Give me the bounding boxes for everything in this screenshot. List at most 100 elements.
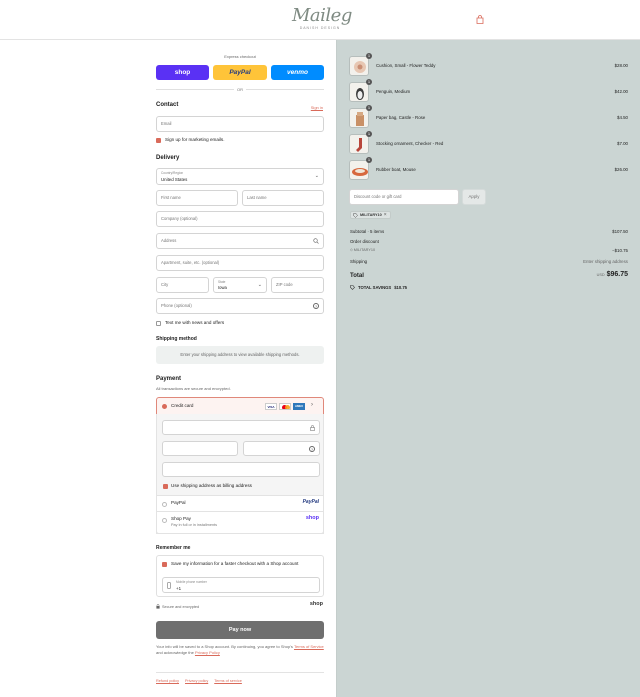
mobile-phone-field[interactable]: Mobile phone number +1 [162,577,320,593]
product-name: Stocking ornament, Checker - Red [376,141,444,146]
first-name-field[interactable]: First name [156,190,238,206]
discount-value: −$10.75 [612,248,628,253]
product-thumbnail [349,82,369,102]
name-on-card-field[interactable] [162,462,320,477]
total-savings: TOTAL SAVINGS $10.75 [350,285,407,290]
apartment-field[interactable]: Apartment, suite, etc. (optional) [156,255,324,271]
remember-me-panel: Save my information for a faster checkou… [156,555,324,597]
venmo-button[interactable]: venmo [271,65,324,80]
product-name: Penguin, Medium [376,89,411,94]
mobile-phone-value: +1 [176,586,182,591]
product-price: $26.00 [614,167,628,172]
payment-heading: Payment [156,376,182,382]
shop-pay-label: Shop Pay [171,516,191,521]
header: Maileg DANISH DESIGN [0,0,640,40]
pay-now-button[interactable]: Pay now [156,621,324,639]
state-label: State [218,280,226,284]
shipping-value: Enter shipping address [583,259,628,264]
terms-of-service-link[interactable]: Terms of Service [294,644,324,649]
lock-icon [156,604,160,609]
footer-terms-link[interactable]: Terms of service [214,679,242,683]
billing-address-label: Use shipping address as billing address [171,483,252,488]
paypal-radio[interactable] [162,502,167,507]
chevron-down-icon: ⌄ [257,282,262,288]
secure-note: Secure and encrypted [156,604,199,609]
credit-card-option[interactable]: Credit card VISA AMEX › [156,397,324,415]
phone-field[interactable]: Phone (optional) ? [156,298,324,314]
address-field[interactable]: Address [156,233,324,249]
shop-pay-option[interactable]: Shop Pay Pay in full or in installments … [156,512,324,534]
paypal-option[interactable]: PayPal PayPal [156,495,324,512]
last-name-field[interactable]: Last name [242,190,324,206]
help-icon[interactable]: ? [309,446,315,452]
more-cards-icon: › [311,402,313,408]
refund-policy-link[interactable]: Refund policy [156,679,179,683]
quantity-badge: 1 [366,105,372,111]
subtotal-label: Subtotal · 5 items [350,229,385,234]
shop-logo: shop [309,601,323,607]
discount-tag-label: MILITARY10 [360,213,382,217]
product-price: $42.00 [614,89,628,94]
security-code-field[interactable]: ? [243,441,320,456]
expiry-field[interactable] [162,441,238,456]
subtotal-value: $107.50 [612,229,628,234]
privacy-policy-link[interactable]: Privacy Policy [195,650,220,655]
product-thumbnail [349,56,369,76]
product-price: $4.50 [617,115,628,120]
footer-links: Refund policy Privacy policy Terms of se… [156,679,242,683]
quantity-badge: 1 [366,157,372,163]
or-divider-label: OR [234,87,246,92]
cushion-image [354,61,366,73]
marketing-checkbox[interactable] [156,138,161,143]
payment-subtitle: All transactions are secure and encrypte… [156,386,231,391]
paper-bag-image [356,112,364,126]
zip-field[interactable]: ZIP code [271,277,324,293]
city-field[interactable]: City [156,277,209,293]
shop-pay-sublabel: Pay in full or in installments [171,523,218,527]
credit-card-radio[interactable] [162,404,167,409]
card-number-field[interactable] [162,420,320,435]
product-name: Rubber boat, Mouse [376,167,416,172]
shop-pay-button[interactable]: shop [156,65,209,80]
contact-heading: Contact [156,102,179,108]
billing-address-checkbox[interactable] [163,484,168,489]
help-icon[interactable]: ? [313,303,319,309]
company-field[interactable]: Company (optional) [156,211,324,227]
shipping-method-notice: Enter your shipping address to view avai… [156,346,324,364]
shopping-bag-icon[interactable] [476,15,484,24]
tag-icon [353,212,358,218]
email-field[interactable]: Email [156,116,324,132]
remember-me-heading: Remember me [156,545,191,551]
paypal-button[interactable]: PayPal [213,65,267,80]
country-select[interactable]: Country/Region United States ⌄ [156,168,324,185]
credit-card-label: Credit card [171,403,194,408]
state-value: Iowa [218,285,227,290]
footer-divider [156,672,324,673]
search-icon [313,238,319,244]
terms-notice: Your info will be saved to a Shop accoun… [156,644,324,655]
apply-button[interactable]: Apply [462,189,486,205]
shop-pay-logo: shop [305,515,319,521]
product-name: Cushion, Small - Flower Teddy [376,63,436,68]
save-info-checkbox[interactable] [162,562,167,567]
total-value: $96.75 [606,271,628,278]
logo-wordmark: Maileg [292,5,352,26]
order-discount-label: Order discount [350,239,379,244]
remove-discount-icon[interactable]: × [384,212,387,218]
delivery-heading: Delivery [156,155,180,161]
discount-code-input[interactable]: Discount code or gift card [349,189,459,205]
sign-in-link[interactable]: Sign in [311,105,323,110]
product-thumbnail [349,160,369,180]
text-offers-checkbox[interactable] [156,321,161,326]
brand-logo[interactable]: Maileg DANISH DESIGN [292,5,352,34]
shop-pay-radio[interactable] [162,518,167,523]
visa-badge: VISA [265,403,277,410]
state-select[interactable]: State Iowa ⌄ [213,277,267,293]
mobile-phone-icon [167,582,171,589]
total-amount: USD $96.75 [597,271,628,278]
quantity-badge: 1 [366,79,372,85]
shipping-method-heading: Shipping method [156,336,197,342]
lock-icon [310,425,315,431]
paypal-logo: PayPal [302,499,319,505]
footer-privacy-policy-link[interactable]: Privacy policy [185,679,208,683]
